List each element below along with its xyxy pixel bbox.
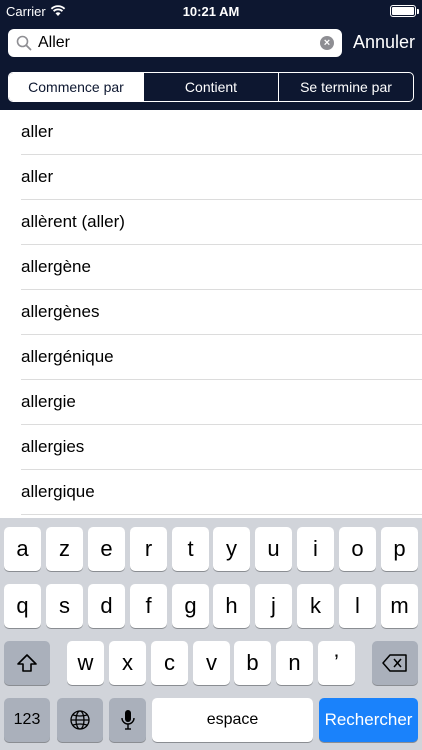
delete-key[interactable] — [372, 641, 418, 685]
key[interactable]: c — [151, 641, 188, 685]
header: Carrier 10:21 AM Aller × Annuler Commenc… — [0, 0, 422, 110]
key[interactable]: e — [88, 527, 125, 571]
segment-se-termine-par[interactable]: Se termine par — [279, 73, 413, 101]
shift-icon — [17, 654, 37, 672]
key[interactable]: g — [172, 584, 209, 628]
key[interactable]: v — [193, 641, 230, 685]
list-item[interactable]: allergènes — [0, 290, 422, 335]
key[interactable]: i — [297, 527, 334, 571]
search-input[interactable]: Aller × — [8, 29, 342, 57]
list-item-label: allèrent (aller) — [21, 212, 125, 231]
list-item-label: allergène — [21, 257, 91, 276]
microphone-key[interactable] — [109, 698, 146, 742]
key[interactable]: a — [4, 527, 41, 571]
search-value: Aller — [38, 34, 71, 51]
key[interactable]: b — [234, 641, 271, 685]
segment-contient[interactable]: Contient — [144, 73, 279, 101]
microphone-icon — [120, 710, 135, 730]
segment-commence-par[interactable]: Commence par — [9, 73, 144, 101]
list-item[interactable]: allergénique — [0, 335, 422, 380]
keyboard: a z e r t y u i o p q s d f g h j k l m … — [0, 518, 422, 750]
list-item-label: allergies — [21, 437, 85, 456]
key[interactable]: h — [213, 584, 250, 628]
list-item[interactable]: allergies — [0, 425, 422, 470]
cancel-button[interactable]: Annuler — [353, 32, 415, 53]
list-item[interactable]: allergène — [0, 245, 422, 290]
list-item[interactable]: allergie — [0, 380, 422, 425]
list-item-label: allergique — [21, 482, 95, 501]
key[interactable]: y — [213, 527, 250, 571]
backspace-icon — [382, 654, 407, 672]
search-key[interactable]: Rechercher — [319, 698, 418, 742]
key[interactable]: x — [109, 641, 146, 685]
list-item-label: aller — [21, 122, 54, 141]
list-item-label: aller — [21, 167, 54, 186]
key[interactable]: s — [46, 584, 83, 628]
search-icon — [16, 35, 32, 51]
key[interactable]: z — [46, 527, 83, 571]
key[interactable]: n — [276, 641, 313, 685]
list-item[interactable]: allèrent (aller) — [0, 200, 422, 245]
key[interactable]: f — [130, 584, 167, 628]
key[interactable]: j — [255, 584, 292, 628]
list-item[interactable]: aller — [0, 110, 422, 155]
key[interactable]: d — [88, 584, 125, 628]
key[interactable]: q — [4, 584, 41, 628]
shift-key[interactable] — [4, 641, 50, 685]
results-list: aller aller allèrent (aller) allergène a… — [0, 110, 422, 515]
key[interactable]: k — [297, 584, 334, 628]
key[interactable]: l — [339, 584, 376, 628]
key[interactable]: o — [339, 527, 376, 571]
battery-icon — [390, 5, 419, 17]
key[interactable]: ’ — [318, 641, 355, 685]
clear-icon[interactable]: × — [320, 36, 334, 50]
key[interactable]: r — [130, 527, 167, 571]
list-item[interactable]: aller — [0, 155, 422, 200]
list-item[interactable]: allergique — [0, 470, 422, 515]
numbers-key[interactable]: 123 — [4, 698, 50, 742]
key[interactable]: t — [172, 527, 209, 571]
search-mode-segmented-control: Commence par Contient Se termine par — [8, 72, 414, 102]
globe-icon — [70, 710, 90, 730]
globe-key[interactable] — [57, 698, 103, 742]
key[interactable]: w — [67, 641, 104, 685]
list-item-label: allergénique — [21, 347, 114, 366]
list-item-label: allergie — [21, 392, 76, 411]
space-key[interactable]: espace — [152, 698, 313, 742]
key[interactable]: m — [381, 584, 418, 628]
key[interactable]: u — [255, 527, 292, 571]
key[interactable]: p — [381, 527, 418, 571]
list-item-label: allergènes — [21, 302, 100, 321]
clock: 10:21 AM — [182, 4, 240, 19]
status-bar: Carrier 10:21 AM — [0, 0, 422, 22]
